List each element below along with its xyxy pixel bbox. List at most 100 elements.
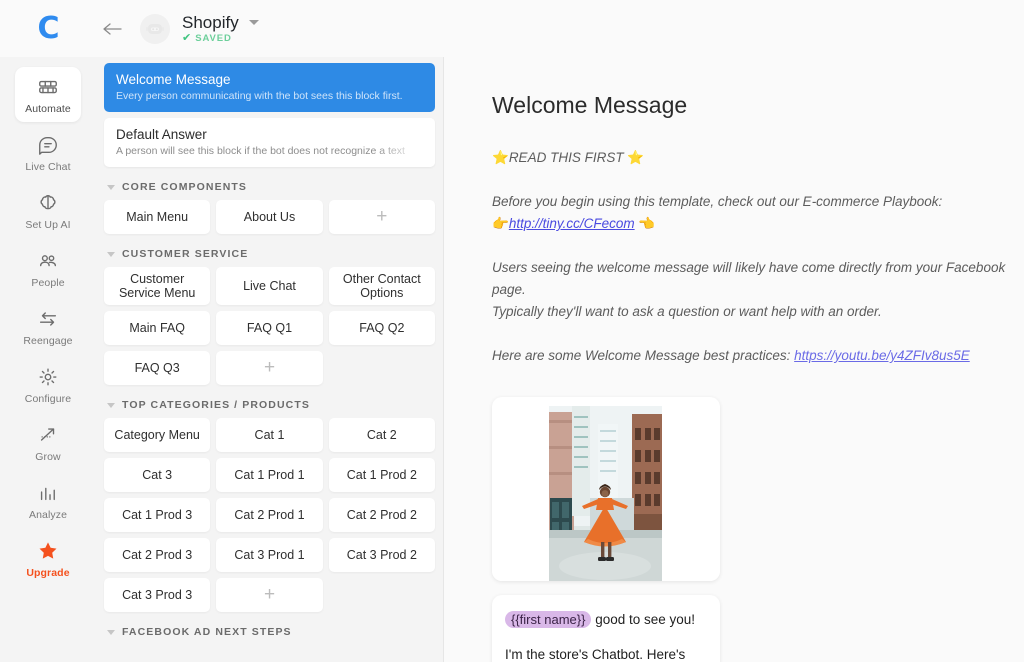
chip-grid: Main Menu About Us + (104, 200, 435, 234)
block-chip[interactable]: Cat 1 (216, 418, 323, 452)
gear-icon (37, 366, 59, 388)
add-block-button[interactable]: + (216, 351, 323, 385)
variable-chip-first-name[interactable]: {{first name}} (505, 611, 592, 628)
sidebar-item-label: People (31, 277, 65, 289)
block-sections-list: CORE COMPONENTS Main Menu About Us + CUSTOM… (104, 181, 435, 638)
note-best-practices: Here are some Welcome Message best pract… (492, 345, 1012, 367)
section-title: CUSTOMER SERVICE (122, 248, 249, 260)
message-image-card[interactable] (492, 397, 720, 581)
message-body-line: I'm the store's Chatbot. Here's what I c… (505, 647, 686, 662)
block-chip[interactable]: FAQ Q3 (104, 351, 211, 385)
brain-icon (37, 192, 59, 214)
block-card-default-answer[interactable]: Default Answer A person will see this bl… (104, 118, 435, 167)
block-chip[interactable]: Cat 1 Prod 3 (104, 498, 211, 532)
page-title: Welcome Message (492, 92, 688, 118)
trend-up-arrow-icon (37, 424, 59, 446)
block-chip[interactable]: Live Chat (216, 267, 323, 305)
block-chip[interactable]: Cat 2 Prod 2 (328, 498, 435, 532)
block-chip[interactable]: Customer Service Menu (104, 267, 211, 305)
left-sidebar: Automate Live Chat Set Up AI People Reen… (0, 57, 96, 662)
sidebar-item-label: Grow (35, 451, 61, 463)
app-root: C Shopify ✔ SAVED Automate Live Chat Set… (0, 0, 1024, 662)
pinned-blocks-list: Welcome Message Every person communicati… (104, 63, 435, 167)
star-icon (37, 540, 59, 562)
back-arrow-icon[interactable] (100, 16, 126, 42)
caret-down-icon[interactable] (107, 629, 115, 635)
section-title: CORE COMPONENTS (122, 181, 248, 193)
block-chip[interactable]: Cat 3 Prod 3 (104, 578, 211, 612)
block-chip[interactable]: About Us (216, 200, 323, 234)
sidebar-item-label: Reengage (23, 335, 73, 347)
block-chip[interactable]: Cat 3 (104, 458, 211, 492)
block-chip[interactable]: Cat 1 Prod 2 (328, 458, 435, 492)
city-street-photo-icon (492, 406, 720, 581)
sidebar-item-set-up-ai[interactable]: Set Up AI (15, 183, 81, 238)
sidebar-item-grow[interactable]: Grow (15, 415, 81, 470)
block-subtitle: A person will see this block if the bot … (116, 145, 405, 157)
chip-grid: Category Menu Cat 1 Cat 2 Cat 3 Cat 1 Prod 1… (104, 418, 435, 612)
sidebar-item-label: Set Up AI (25, 219, 71, 231)
hand-pointing-right-icon: 👉 (492, 216, 509, 231)
caret-down-icon[interactable] (107, 251, 115, 257)
sidebar-item-automate[interactable]: Automate (15, 67, 81, 122)
read-first-text: READ THIS FIRST (508, 150, 624, 165)
section-header-facebook-ad-next-steps[interactable]: FACEBOOK AD NEXT STEPS (107, 626, 435, 638)
bot-name: Shopify (182, 13, 239, 32)
section-title: FACEBOOK AD NEXT STEPS (122, 626, 292, 638)
block-chip[interactable]: Cat 2 Prod 1 (216, 498, 323, 532)
block-chip[interactable]: Other Contact Options (328, 267, 435, 305)
chatfuel-logo-icon: C (37, 10, 59, 46)
section-header-top-categories-products[interactable]: TOP CATEGORIES / PRODUCTS (107, 399, 435, 411)
check-icon: ✔ (182, 32, 192, 44)
block-chip[interactable]: Category Menu (104, 418, 211, 452)
top-bar: C Shopify ✔ SAVED (0, 0, 1024, 57)
block-chip[interactable]: FAQ Q1 (216, 311, 323, 345)
grid-honeycomb-icon (37, 76, 59, 98)
sidebar-item-analyze[interactable]: Analyze (15, 473, 81, 528)
sidebar-item-label: Configure (24, 393, 72, 405)
playbook-text: Before you begin using this template, ch… (492, 194, 943, 209)
block-chip[interactable]: FAQ Q2 (328, 311, 435, 345)
note-playbook: Before you begin using this template, ch… (492, 191, 1012, 235)
users-line-1: Users seeing the welcome message will li… (492, 260, 1006, 297)
add-block-button[interactable]: + (328, 200, 435, 234)
block-chip[interactable]: Cat 2 Prod 3 (104, 538, 211, 572)
playbook-link[interactable]: http://tiny.cc/CFecom (509, 216, 635, 231)
caret-down-icon[interactable] (107, 402, 115, 408)
caret-down-icon[interactable] (107, 184, 115, 190)
add-block-button[interactable]: + (216, 578, 323, 612)
star-icon: ⭐ (492, 150, 509, 165)
main-content: Welcome Message ⭐READ THIS FIRST ⭐ Befor… (444, 57, 1024, 662)
app-logo[interactable]: C (0, 0, 96, 57)
greeting-rest-text: good to see you! (595, 612, 696, 627)
block-subtitle: Every person communicating with the bot … (116, 90, 403, 102)
sidebar-item-live-chat[interactable]: Live Chat (15, 125, 81, 180)
block-chip[interactable]: Main FAQ (104, 311, 211, 345)
block-card-welcome-message[interactable]: Welcome Message Every person communicati… (104, 63, 435, 112)
playbook-link-row: 👉http://tiny.cc/CFecom 👈 (492, 213, 1012, 235)
saved-status: ✔ SAVED (182, 32, 259, 45)
youtube-link[interactable]: https://youtu.be/y4ZFIv8us5E (794, 348, 970, 363)
block-chip[interactable]: Cat 2 (328, 418, 435, 452)
block-chip[interactable]: Main Menu (104, 200, 211, 234)
chevron-down-icon[interactable] (248, 20, 259, 25)
sidebar-item-configure[interactable]: Configure (15, 357, 81, 412)
section-header-customer-service[interactable]: CUSTOMER SERVICE (107, 248, 435, 260)
best-practices-text: Here are some Welcome Message best pract… (492, 348, 791, 363)
bot-title-block: Shopify ✔ SAVED (182, 13, 259, 44)
bar-chart-icon (37, 482, 59, 504)
sidebar-item-upgrade[interactable]: Upgrade (15, 531, 81, 586)
users-line-2: Typically they'll want to ask a question… (492, 304, 882, 319)
people-icon (37, 250, 59, 272)
block-chip[interactable]: Cat 3 Prod 2 (328, 538, 435, 572)
sidebar-item-reengage[interactable]: Reengage (15, 299, 81, 354)
bot-avatar-icon[interactable] (140, 13, 170, 44)
message-text-card[interactable]: {{first name}} good to see you! I'm the … (492, 595, 720, 662)
sidebar-item-people[interactable]: People (15, 241, 81, 296)
block-chip[interactable]: Cat 3 Prod 1 (216, 538, 323, 572)
body-area: Automate Live Chat Set Up AI People Reen… (0, 57, 1024, 662)
note-users-seeing: Users seeing the welcome message will li… (492, 257, 1012, 323)
block-chip[interactable]: Cat 1 Prod 1 (216, 458, 323, 492)
exchange-arrows-icon (37, 308, 59, 330)
section-header-core-components[interactable]: CORE COMPONENTS (107, 181, 435, 193)
